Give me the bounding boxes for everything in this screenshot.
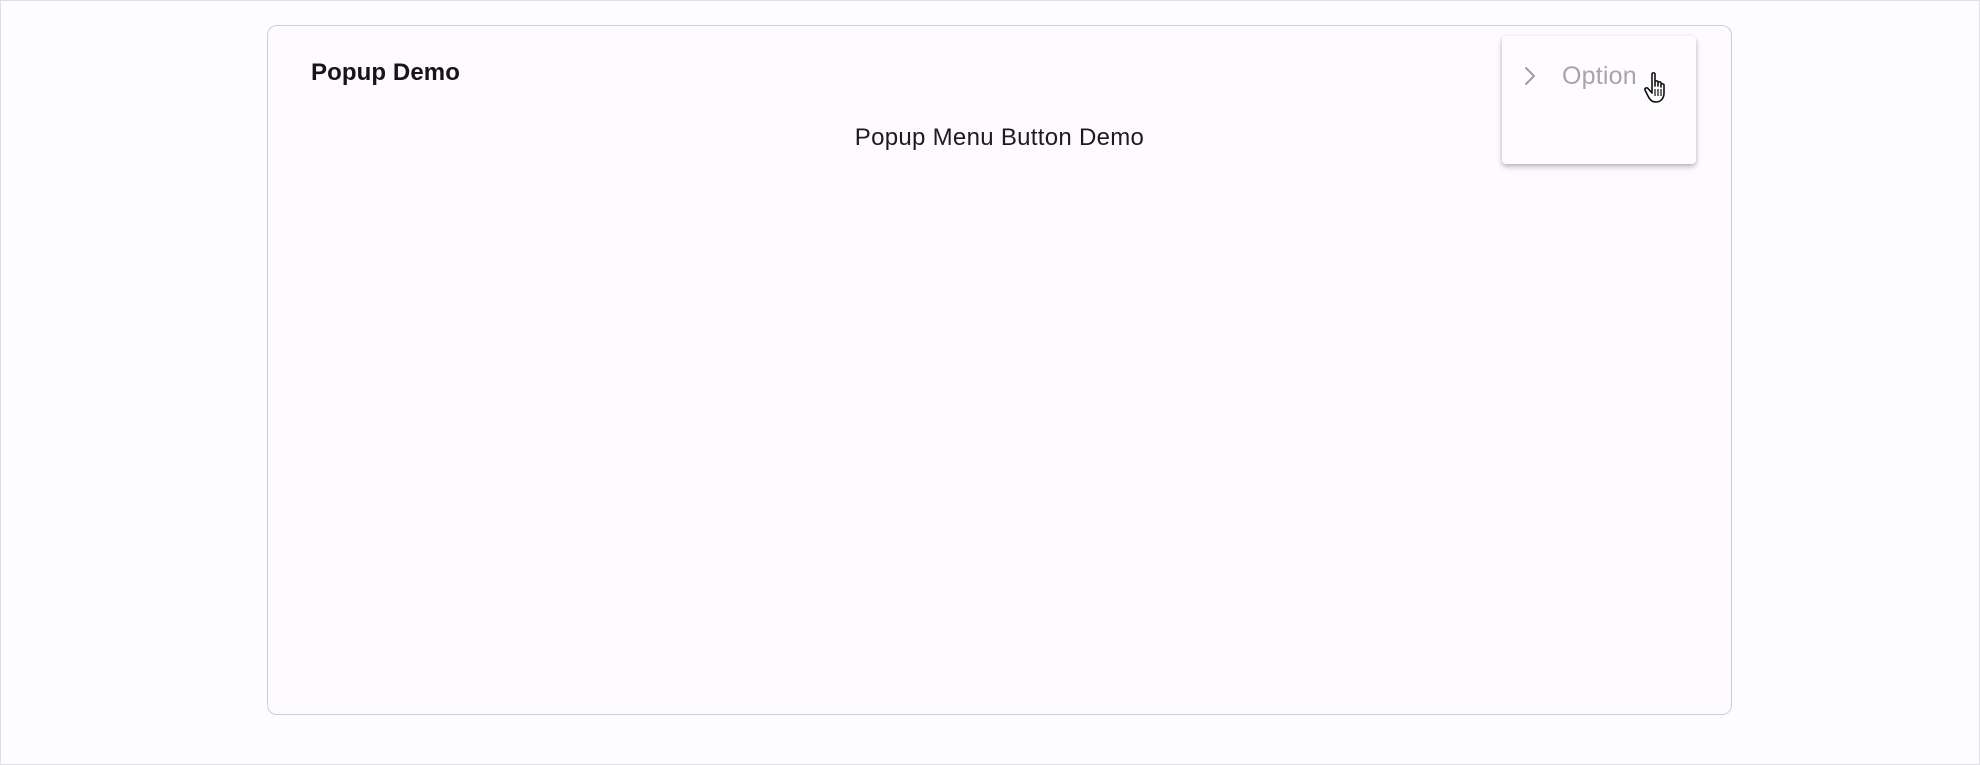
popup-menu: Option <box>1502 36 1696 164</box>
menu-item-label: Option <box>1562 62 1637 90</box>
chevron-right-icon <box>1524 66 1536 86</box>
page: Popup Demo Popup Menu Button Demo Option <box>0 0 1980 765</box>
menu-item-option[interactable]: Option <box>1502 48 1696 104</box>
card-title: Popup Demo <box>311 59 460 86</box>
